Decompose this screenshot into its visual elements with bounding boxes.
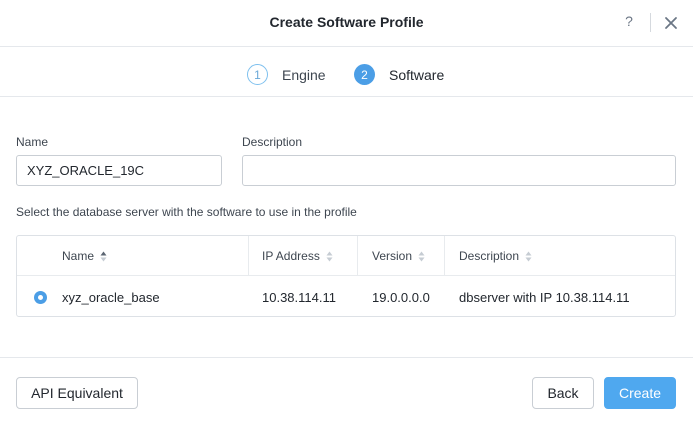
column-label: IP Address — [262, 249, 320, 263]
column-header-description[interactable]: Description — [459, 236, 532, 276]
step-software[interactable]: 2 Software — [354, 64, 444, 85]
column-label: Version — [372, 249, 413, 263]
header-divider — [650, 13, 651, 32]
sort-icon — [326, 251, 333, 261]
column-divider — [357, 236, 358, 276]
database-server-table: Name IP Address Version Description xyz_… — [16, 235, 676, 317]
step-label: Engine — [282, 66, 326, 83]
instructions-text: Select the database server with the soft… — [16, 205, 357, 219]
close-icon[interactable] — [662, 14, 680, 32]
table-header: Name IP Address Version Description — [17, 236, 675, 276]
description-label: Description — [242, 135, 303, 149]
column-label: Description — [459, 249, 520, 263]
dialog-header: Create Software Profile ? — [0, 0, 693, 47]
dialog-title: Create Software Profile — [269, 14, 424, 30]
sort-icon — [525, 251, 532, 261]
column-header-name[interactable]: Name — [62, 236, 107, 276]
radio-dot — [38, 295, 43, 300]
step-engine[interactable]: 1 Engine — [247, 64, 326, 85]
step-number: 2 — [354, 64, 375, 85]
step-label: Software — [389, 66, 445, 83]
column-header-version[interactable]: Version — [372, 236, 425, 276]
cell-version: 19.0.0.0.0 — [372, 289, 430, 305]
footer-divider — [0, 357, 693, 358]
cell-description: dbserver with IP 10.38.114.11 — [459, 289, 630, 305]
sort-icon — [418, 251, 425, 261]
radio-selected-icon[interactable] — [34, 291, 47, 304]
column-divider — [444, 236, 445, 276]
description-input[interactable] — [242, 155, 676, 186]
column-divider — [248, 236, 249, 276]
column-label: Name — [62, 249, 95, 263]
api-equivalent-button[interactable]: API Equivalent — [16, 377, 138, 409]
sort-ascending-icon — [100, 251, 107, 261]
name-label: Name — [16, 135, 49, 149]
table-row[interactable]: xyz_oracle_base 10.38.114.11 19.0.0.0.0 … — [17, 277, 675, 317]
step-number: 1 — [247, 64, 268, 85]
back-button[interactable]: Back — [532, 377, 594, 409]
cell-ip: 10.38.114.11 — [262, 289, 336, 305]
cell-name: xyz_oracle_base — [62, 289, 160, 305]
help-icon[interactable]: ? — [621, 13, 637, 29]
column-header-ip[interactable]: IP Address — [262, 236, 333, 276]
name-input[interactable] — [16, 155, 222, 186]
create-button[interactable]: Create — [604, 377, 676, 409]
wizard-stepper: 1 Engine 2 Software — [0, 48, 693, 97]
